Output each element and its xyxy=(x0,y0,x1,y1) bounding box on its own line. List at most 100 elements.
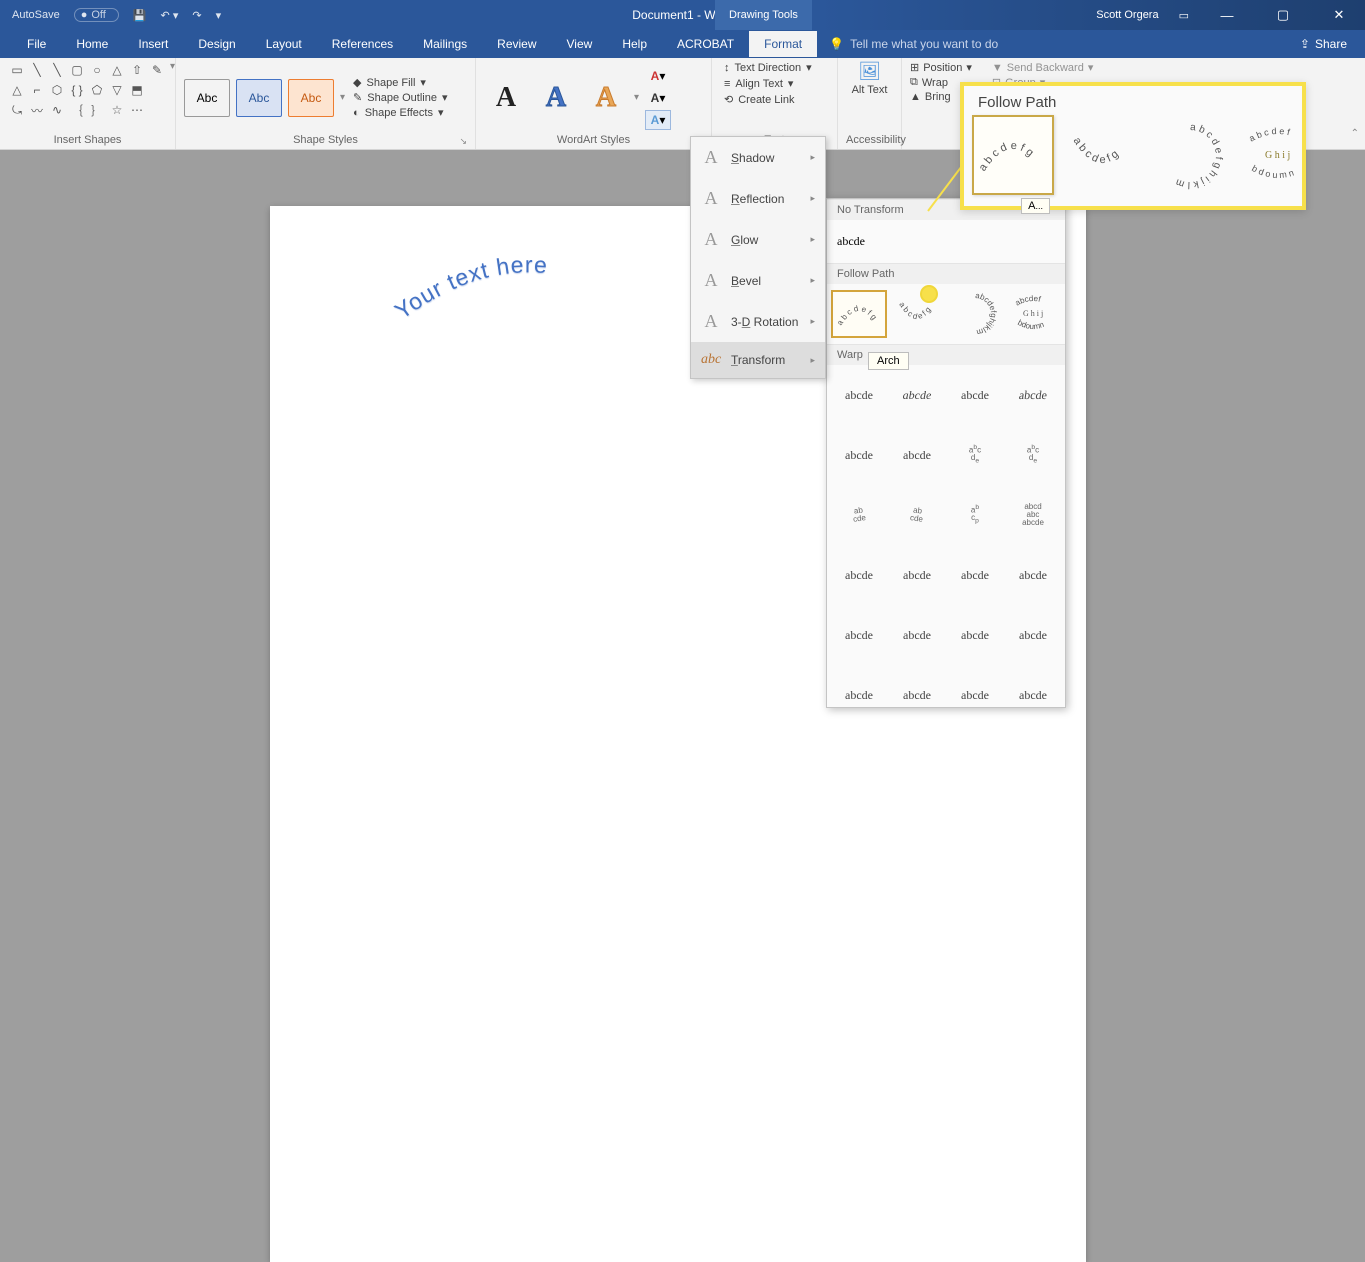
text-effects-button[interactable]: A▾ xyxy=(645,110,671,130)
share-button[interactable]: ⇪ Share xyxy=(1300,37,1365,51)
position-button[interactable]: ⊞ Position ▾ xyxy=(910,61,972,74)
menu-bevel[interactable]: ABevel▸ xyxy=(691,260,825,301)
warp-thumb[interactable]: abcde xyxy=(1005,431,1061,479)
tab-design[interactable]: Design xyxy=(183,31,250,57)
tab-home[interactable]: Home xyxy=(61,31,123,57)
warp-thumb[interactable]: abcde xyxy=(947,671,1003,708)
shape-style-2[interactable]: Abc xyxy=(236,79,282,117)
warp-thumb[interactable]: abcde xyxy=(947,551,1003,599)
wordart-style-3[interactable]: A xyxy=(584,78,628,118)
close-button[interactable]: ✕ xyxy=(1321,7,1357,23)
minimize-button[interactable]: — xyxy=(1209,8,1245,23)
warp-thumb[interactable]: abcde xyxy=(1005,611,1061,659)
warp-thumb[interactable]: abcde xyxy=(889,551,945,599)
menu-reflection[interactable]: AReflection▸ xyxy=(691,178,825,219)
warp-thumb[interactable]: abcde xyxy=(831,611,887,659)
menu-glow[interactable]: AGlow▸ xyxy=(691,219,825,260)
warp-thumb[interactable]: abcde xyxy=(831,371,887,419)
shapes-gallery[interactable]: ▭╲╲▢○△⇧✎ △⌐⬡{ }⬠▽⬒ ⤿〰∿｛｝☆⋯ xyxy=(8,61,166,119)
warp-thumb[interactable]: abcde xyxy=(1005,551,1061,599)
send-backward-button[interactable]: ▼ Send Backward ▾ xyxy=(992,61,1093,74)
tab-mailings[interactable]: Mailings xyxy=(408,31,482,57)
save-icon[interactable]: 💾 xyxy=(133,9,147,22)
tab-review[interactable]: Review xyxy=(482,31,551,57)
qat-customize-icon[interactable]: ▾ xyxy=(216,9,222,22)
ribbon-display-icon[interactable]: ▭ xyxy=(1179,9,1189,22)
warp-thumb[interactable]: abcde xyxy=(886,487,948,542)
group-wordart-styles: A A A ▾ A▾ A▾ A▾ WordArt Styles↘ xyxy=(476,58,712,149)
warp-thumb[interactable]: abcde xyxy=(1002,371,1065,419)
tab-help[interactable]: Help xyxy=(607,31,662,57)
tab-file[interactable]: File xyxy=(12,31,61,57)
group-shape-styles: Abc Abc Abc ▾ ◆ Shape Fill ▾ ✎ Shape Out… xyxy=(176,58,476,149)
more-wordart-icon[interactable]: ▾ xyxy=(634,92,639,103)
redo-icon[interactable]: ↷ xyxy=(192,9,201,22)
undo-icon[interactable]: ↶ ▾ xyxy=(161,9,179,22)
alt-text-button[interactable]: 🖼Alt Text xyxy=(850,61,890,96)
menu-transform[interactable]: abcTransform▸ xyxy=(691,342,825,378)
collapse-ribbon-icon[interactable]: ⌃ xyxy=(1351,128,1359,139)
warp-thumb[interactable]: abcde xyxy=(889,431,945,479)
callout-thumb-circle[interactable]: a b c d e f g h i j k l m xyxy=(1150,115,1230,195)
tab-acrobat[interactable]: ACROBAT xyxy=(662,31,749,57)
warp-thumb[interactable]: abcde xyxy=(947,371,1003,419)
callout-thumb-arch[interactable]: a b c d e f g xyxy=(972,115,1054,195)
quick-access-toolbar: AutoSave ● Off 💾 ↶ ▾ ↷ ▾ xyxy=(0,8,221,22)
warp-thumb[interactable]: abcp xyxy=(947,491,1003,539)
svg-text:a b c d e f g: a b c d e f g xyxy=(977,140,1036,174)
shape-outline-button[interactable]: ✎ Shape Outline ▾ xyxy=(353,91,447,104)
group-label-wordart: WordArt Styles↘ xyxy=(484,134,703,149)
shape-style-3[interactable]: Abc xyxy=(288,79,334,117)
wordart-style-1[interactable]: A xyxy=(484,78,528,118)
group-label-insert-shapes: Insert Shapes xyxy=(8,134,167,149)
menu-shadow[interactable]: AShadow▸ xyxy=(691,137,825,178)
warp-thumb[interactable]: abcde xyxy=(889,371,945,419)
callout-tooltip: A... xyxy=(1021,198,1050,214)
warp-thumb[interactable]: abcde xyxy=(947,611,1003,659)
more-shape-styles-icon[interactable]: ▾ xyxy=(340,92,345,103)
align-text-button[interactable]: ≡ Align Text ▾ xyxy=(724,77,812,90)
tell-me-search[interactable]: 💡 Tell me what you want to do xyxy=(829,37,998,51)
warp-thumb[interactable]: abcdabcabcde xyxy=(1005,491,1061,539)
menu-3d-rotation[interactable]: A3-D Rotation▸ xyxy=(691,301,825,342)
section-warp: Warp xyxy=(827,344,1065,365)
warp-row-3: abcde abcde abcp abcdabcabcde xyxy=(827,485,1065,545)
warp-thumb[interactable]: abcde xyxy=(831,551,887,599)
thumb-no-transform[interactable]: abcde xyxy=(827,220,1065,263)
warp-thumb[interactable]: abcde xyxy=(889,671,945,708)
create-link-button[interactable]: ⟲ Create Link xyxy=(724,93,812,106)
warp-row-6: abcde abcde abcde abcde xyxy=(827,665,1065,708)
warp-thumb[interactable]: abcde xyxy=(1005,671,1061,708)
curved-text[interactable]: Your text here xyxy=(392,250,652,330)
tab-insert[interactable]: Insert xyxy=(123,31,183,57)
tab-references[interactable]: References xyxy=(317,31,408,57)
thumb-arch[interactable]: a b c d e f g xyxy=(831,290,887,338)
shape-fill-button[interactable]: ◆ Shape Fill ▾ xyxy=(353,76,447,89)
thumb-circle[interactable]: abcdefghijklm xyxy=(947,290,1003,338)
callout-thumb-button[interactable]: a b c d e fG h i jb d o u m n xyxy=(1238,115,1318,195)
tab-view[interactable]: View xyxy=(552,31,608,57)
warp-thumb[interactable]: abcde xyxy=(828,487,890,542)
text-fill-button[interactable]: A▾ xyxy=(645,66,671,86)
tab-layout[interactable]: Layout xyxy=(251,31,317,57)
warp-thumb[interactable]: abcde xyxy=(831,671,887,708)
warp-thumb[interactable]: abcde xyxy=(831,431,887,479)
callout-thumb-arch-down[interactable]: a b c d e f g xyxy=(1062,115,1142,195)
shape-style-1[interactable]: Abc xyxy=(184,79,230,117)
text-direction-button[interactable]: ↕ Text Direction ▾ xyxy=(724,61,812,74)
thumb-button[interactable]: abcdefG h i jbdoumn xyxy=(1005,290,1061,338)
warp-thumb[interactable]: abcde xyxy=(947,431,1003,479)
warp-thumb[interactable]: abcde xyxy=(889,611,945,659)
wordart-style-2[interactable]: A xyxy=(534,78,578,118)
maximize-button[interactable]: ▢ xyxy=(1265,7,1301,23)
more-shapes-icon[interactable]: ▾ xyxy=(170,61,175,72)
text-outline-button[interactable]: A▾ xyxy=(645,88,671,108)
section-follow-path: Follow Path xyxy=(827,263,1065,284)
shape-effects-button[interactable]: ◐ Shape Effects ▾ xyxy=(353,106,447,119)
user-name[interactable]: Scott Orgera xyxy=(1096,9,1158,21)
tab-format[interactable]: Format xyxy=(749,31,817,57)
ribbon-tabs: File Home Insert Design Layout Reference… xyxy=(0,30,1365,58)
group-accessibility: 🖼Alt Text Accessibility xyxy=(838,58,902,149)
dialog-launcher-icon[interactable]: ↘ xyxy=(459,136,467,147)
autosave-toggle[interactable]: ● Off xyxy=(74,8,119,22)
